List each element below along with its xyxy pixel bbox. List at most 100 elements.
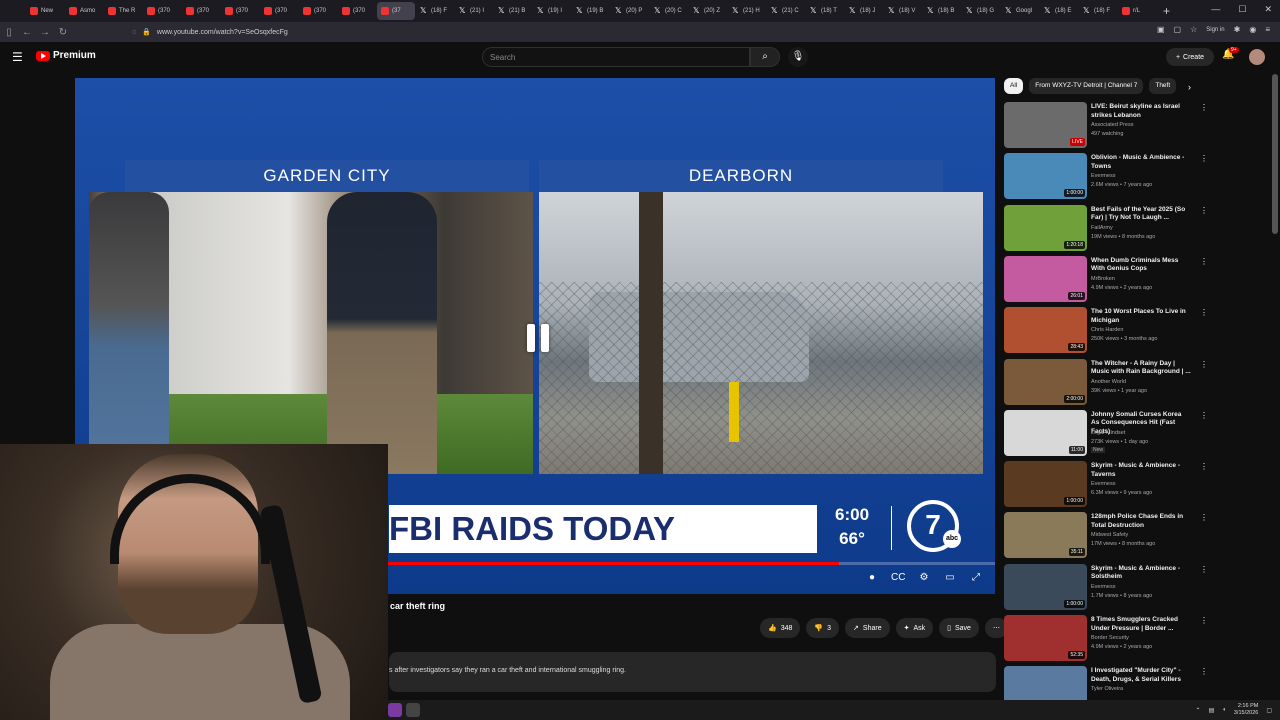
channel-name[interactable]: FailArmy [1091,225,1113,231]
browser-tab[interactable]: 𝕏 (21) C [767,2,805,20]
browser-tab[interactable]: 𝕏 (18) G [962,2,1000,20]
browser-tab[interactable]: 𝕏 (20) P [611,2,649,20]
sidebar-toggle-icon[interactable]: ▯ [0,27,18,38]
channel-name[interactable]: Chris Harden [1091,327,1123,333]
recommendation-item[interactable]: 2:00:00 The Witcher - A Rainy Day | Music… [1004,358,1208,407]
channel-name[interactable]: Border Security [1091,635,1129,641]
more-options-icon[interactable]: ⋮ [1200,103,1208,112]
browser-tab[interactable]: 𝕏 (21) B [494,2,532,20]
more-options-icon[interactable]: ⋮ [1200,206,1208,215]
autoplay-toggle-icon[interactable]: ● [865,572,879,583]
channel-name[interactable]: Evermess [1091,173,1115,179]
recommendation-item[interactable]: 1:00:00 Skyrim - Music & Ambience - Solst… [1004,563,1208,612]
more-options-icon[interactable]: ⋮ [1200,667,1208,676]
channel-name[interactable]: MrBroken [1091,276,1115,282]
video-thumbnail[interactable]: 1:20:18 [1004,204,1087,251]
new-tab-button[interactable]: + [1163,4,1170,18]
browser-tab[interactable]: 𝕏 (18) T [806,2,844,20]
more-options-icon[interactable]: ⋮ [1200,513,1208,522]
more-options-icon[interactable]: ⋮ [1200,308,1208,317]
video-thumbnail[interactable]: 52:35 [1004,615,1087,661]
channel-name[interactable]: Midwest Safety [1091,532,1128,538]
save-button[interactable]: ▯ Save [939,618,979,638]
browser-tab[interactable]: Asmo [65,2,103,20]
browser-tab[interactable]: 𝕏 (19) B [572,2,610,20]
browser-tab[interactable]: 𝕏 (21) H [728,2,766,20]
browser-tab[interactable]: (370 [260,2,298,20]
reload-icon[interactable]: ↻ [54,27,72,38]
video-thumbnail[interactable]: 28:43 [1004,307,1087,354]
filter-chip[interactable]: Theft [1149,78,1177,94]
more-options-icon[interactable]: ⋮ [1200,411,1208,420]
menu-icon[interactable]: ≡ [1265,25,1270,34]
filter-chip[interactable]: All [1004,78,1024,94]
app-icon[interactable] [388,703,402,717]
browser-tab[interactable]: 𝕏 (20) Z [689,2,727,20]
youtube-logo[interactable]: Premium [36,50,96,61]
extensions-icon[interactable]: ✱ [1234,25,1241,34]
account-avatar[interactable] [1249,49,1265,65]
chevron-right-icon[interactable]: › [1188,82,1191,92]
browser-tab[interactable]: 𝕏 (20) C [650,2,688,20]
recommendation-item[interactable]: 52:35 8 Times Smugglers Cracked Under Pre… [1004,615,1208,663]
video-thumbnail[interactable]: 35:11 [1004,512,1087,559]
browser-tab[interactable]: 𝕏 (18) F [416,2,454,20]
browser-tab[interactable]: 𝕏 (18) J [845,2,883,20]
video-thumbnail[interactable] [1004,666,1087,700]
address-bar[interactable]: ◌ 🔒 www.youtube.com/watch?v=SeOsqxfecFg [132,24,1132,40]
fullscreen-icon[interactable]: ⤢ [969,572,983,583]
maximize-icon[interactable]: ☐ [1238,4,1246,15]
more-options-icon[interactable]: ⋮ [1200,360,1208,369]
video-thumbnail[interactable]: 11:00 [1004,409,1087,456]
notification-center-icon[interactable]: ▢ [1266,707,1272,714]
channel-name[interactable]: Evermess [1091,584,1115,590]
more-options-icon[interactable]: ⋮ [1200,462,1208,471]
like-button[interactable]: 👍 348 [760,618,801,638]
video-thumbnail[interactable]: 1:00:00 [1004,563,1087,610]
browser-tab[interactable]: (370 [143,2,181,20]
browser-tab[interactable]: (370 [221,2,259,20]
recommendation-item[interactable]: 26:01 When Dumb Criminals Mess With Geniu… [1004,255,1208,304]
pip-icon[interactable]: ▢ [1174,25,1182,34]
filter-chip[interactable]: From WXYZ-TV Detroit | Channel 7 [1029,78,1144,94]
reader-icon[interactable]: ▣ [1157,25,1165,34]
channel-name[interactable]: Associated Press [1091,122,1134,128]
video-thumbnail[interactable]: 1:00:00 [1004,153,1087,200]
profile-icon[interactable]: ◉ [1249,25,1256,34]
browser-tab[interactable]: 𝕏 (18) E [1040,2,1078,20]
description-box[interactable]: s after investigators say they ran a car… [389,652,996,692]
video-thumbnail[interactable]: 2:00:00 [1004,358,1087,405]
bookmark-star-icon[interactable]: ☆ [1190,25,1197,34]
more-options-icon[interactable]: ⋮ [1200,154,1208,163]
browser-tab[interactable]: The R [104,2,142,20]
network-icon[interactable]: ▤ [1209,707,1215,714]
more-options-icon[interactable]: ⋮ [1200,565,1208,574]
browser-tab[interactable]: New [26,2,64,20]
recommendation-item[interactable]: 1:20:18 Best Fails of the Year 2025 (So F… [1004,204,1208,253]
recommendation-item[interactable]: 28:43 The 10 Worst Places To Live in Mich… [1004,307,1208,355]
search-button[interactable]: ⌕ [750,47,780,67]
more-options-icon[interactable]: ⋮ [1200,616,1208,625]
channel-name[interactable]: Legal Mindset [1091,430,1125,436]
browser-tab[interactable]: r/L [1118,2,1156,20]
obs-icon[interactable] [406,703,420,717]
back-icon[interactable]: ← [18,27,36,38]
recommendation-item[interactable]: LIVE LIVE: Beirut skyline as Israel strik… [1004,102,1208,150]
create-button[interactable]: + Create [1166,48,1214,66]
recommendation-item[interactable]: 35:11 128mph Police Chase Ends in Total D… [1004,512,1208,560]
browser-tab[interactable]: (37 [377,2,415,20]
system-clock[interactable]: 2:16 PM 3/15/2026 [1234,703,1258,717]
minimize-icon[interactable]: — [1211,4,1220,15]
browser-tab[interactable]: 𝕏 (18) V [884,2,922,20]
ask-button[interactable]: ✦ Ask [895,618,934,638]
channel-name[interactable]: Tyler Oliveira [1091,686,1123,692]
recommendation-item[interactable]: 1:00:00 Oblivion - Music & Ambience - Tow… [1004,153,1208,201]
browser-tab[interactable]: 𝕏 (19) I [533,2,571,20]
pause-overlay-icon[interactable] [518,318,558,358]
browser-tab[interactable]: 𝕏 (18) B [923,2,961,20]
browser-tab[interactable]: (370 [299,2,337,20]
recommendation-item[interactable]: 11:00 Johnny Somali Curses Korea As Conse… [1004,409,1208,458]
recommendation-item[interactable]: 1:00:00 Skyrim - Music & Ambience - Taver… [1004,461,1208,509]
sign-in-button[interactable]: Sign in [1206,27,1224,33]
channel-name[interactable]: Another World [1091,379,1126,385]
